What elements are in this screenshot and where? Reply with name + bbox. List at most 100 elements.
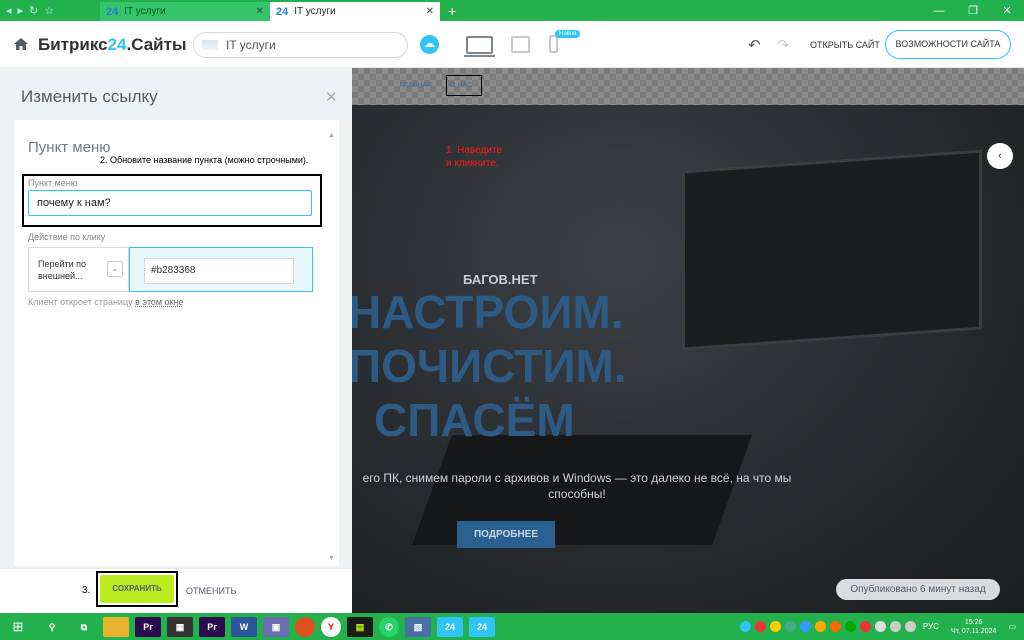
tray-app-icon[interactable] xyxy=(739,621,751,632)
tray-app-icon[interactable] xyxy=(874,621,886,632)
open-target-hint: Клиент откроет страницу в этом окне xyxy=(28,297,184,307)
published-status: Опубликовано 6 минут назад xyxy=(836,579,1000,600)
file-explorer-icon[interactable] xyxy=(103,616,129,637)
new-badge: Новое xyxy=(555,30,581,38)
whatsapp-icon[interactable]: ✆ xyxy=(379,616,399,637)
redo-icon[interactable]: ↷ xyxy=(777,36,790,54)
tray-app-icon[interactable] xyxy=(829,621,841,632)
new-tab-icon[interactable]: + xyxy=(440,2,464,21)
url-input[interactable]: #b283368 xyxy=(144,258,294,284)
hero-block: 1. Наведите и кликните. БАГОВ.НЕТ НАСТРОИ… xyxy=(352,105,1024,613)
bitrix24-icon[interactable]: 24 xyxy=(437,616,463,637)
click-action-select[interactable]: Перейти по внешней... ⌄ xyxy=(28,247,129,292)
tab-title: IT услуги xyxy=(124,6,166,17)
clock[interactable]: 15:26 Чт, 07.11.2024 xyxy=(951,618,997,636)
site-selector[interactable]: IT услуги xyxy=(193,32,408,58)
app-icon[interactable]: ▧ xyxy=(405,616,431,637)
menu-item-input[interactable]: почему к нам? xyxy=(28,190,312,216)
site-features-button[interactable]: ВОЗМОЖНОСТИ САЙТА xyxy=(885,30,1011,59)
save-app-icon[interactable]: ▣ xyxy=(263,616,289,637)
hero-line-1: НАСТРОИМ. xyxy=(352,286,624,338)
word-icon[interactable]: W xyxy=(231,616,257,637)
panel-title: Изменить ссылку xyxy=(21,87,158,106)
url-container: #b283368 xyxy=(129,247,313,292)
tray-app-icon[interactable] xyxy=(859,621,871,632)
brand-logo: Битрикс24.Сайты xyxy=(38,35,187,54)
annotation-step-3: 3. xyxy=(82,585,91,596)
network-icon[interactable] xyxy=(889,621,901,632)
scroll-down-icon[interactable]: ▼ xyxy=(328,555,335,562)
minimize-icon[interactable]: — xyxy=(922,5,956,17)
site-name: IT услуги xyxy=(226,38,276,52)
menu-item-card: Пункт меню ▲ 2. Обновите название пункта… xyxy=(14,120,339,566)
windows-start-icon[interactable]: ⊞ xyxy=(0,619,36,635)
card-title: Пункт меню xyxy=(28,139,111,156)
site-favicon-icon xyxy=(202,40,218,50)
browser-toolbar-icons: ◂ ▸ ↻ ☆ xyxy=(0,0,100,21)
home-icon[interactable] xyxy=(14,38,28,50)
system-tray: РУС 15:26 Чт, 07.11.2024 ▭ xyxy=(739,618,1024,636)
back-icon[interactable]: ◂ xyxy=(6,4,12,17)
app-icon[interactable] xyxy=(295,616,315,637)
task-view-icon[interactable]: ⧉ xyxy=(71,617,97,637)
tray-app-icon[interactable] xyxy=(769,621,781,632)
bitrix24-tab-icon: 24 xyxy=(276,5,289,18)
annotation-step-2: 2. Обновите название пункта (можно строч… xyxy=(100,155,309,165)
save-button[interactable]: СОХРАНИТЬ xyxy=(100,575,174,603)
close-window-icon[interactable]: ✕ xyxy=(990,4,1024,17)
click-action-label: Действие по клику xyxy=(28,232,106,242)
browser-tab-2[interactable]: 24 IT услуги ✕ xyxy=(270,2,440,21)
maximize-icon[interactable]: ❐ xyxy=(956,4,990,17)
tray-app-icon[interactable] xyxy=(814,621,826,632)
yandex-browser-icon[interactable]: Y xyxy=(321,616,341,637)
chevron-left-icon[interactable]: ‹ xyxy=(987,143,1013,169)
edit-link-panel: Изменить ссылку ✕ Пункт меню ▲ 2. Обнови… xyxy=(0,68,352,613)
close-icon[interactable]: ✕ xyxy=(325,88,338,106)
menu-item-label: Пункт меню xyxy=(28,178,78,188)
nav-item-about[interactable]: О НАС xyxy=(450,82,472,89)
cancel-button[interactable]: ОТМЕНИТЬ xyxy=(186,586,236,596)
tray-app-icon[interactable] xyxy=(754,621,766,632)
open-target-link[interactable]: в этом окне xyxy=(135,297,183,307)
browser-tab-1[interactable]: 24 IT услуги ✕ xyxy=(100,2,270,21)
close-icon[interactable]: ✕ xyxy=(426,6,434,17)
volume-icon[interactable] xyxy=(904,621,916,632)
hero-subtitle: его ПК, снимем пароли с архивов и Window… xyxy=(362,471,792,501)
site-preview: ГЛАВНАЯ О НАС 1. Наведите и кликните. БАГ… xyxy=(352,68,1024,613)
open-site-link[interactable]: ОТКРЫТЬ САЙТ xyxy=(810,40,880,50)
tab-title: IT услуги xyxy=(294,6,336,17)
nav-item-main[interactable]: ГЛАВНАЯ xyxy=(400,82,432,89)
search-icon[interactable]: ⚲ xyxy=(39,617,65,637)
desktop-view-icon[interactable] xyxy=(464,36,495,57)
reload-icon[interactable]: ↻ xyxy=(29,4,38,17)
app-icon[interactable]: ▤ xyxy=(347,616,373,637)
scroll-up-icon[interactable]: ▲ xyxy=(328,132,335,139)
tablet-view-icon[interactable] xyxy=(511,36,530,53)
close-icon[interactable]: ✕ xyxy=(256,6,264,17)
premiere-icon[interactable]: Pr xyxy=(199,616,225,637)
premiere-icon[interactable]: Pr xyxy=(135,616,161,637)
tray-app-icon[interactable] xyxy=(844,621,856,632)
notifications-icon[interactable]: ▭ xyxy=(1008,622,1016,631)
hero-line-2: ПОЧИСТИМ. xyxy=(352,340,627,392)
language-indicator[interactable]: РУС xyxy=(923,622,939,631)
browser-tab-strip: ◂ ▸ ↻ ☆ 24 IT услуги ✕ 24 IT услуги ✕ + … xyxy=(0,0,1024,21)
hero-line-3: СПАСЁМ xyxy=(374,394,575,446)
tray-app-icon[interactable] xyxy=(784,621,796,632)
cloud-icon[interactable]: ☁ xyxy=(420,35,439,54)
bitrix24-icon[interactable]: 24 xyxy=(469,616,495,637)
click-action-value: Перейти по внешней... xyxy=(38,259,87,281)
app-header: Битрикс24.Сайты IT услуги ☁ Новое ↶ ↷ ОТ… xyxy=(0,21,1024,68)
bitrix24-tab-icon: 24 xyxy=(106,5,119,18)
window-controls: — ❐ ✕ xyxy=(922,0,1024,21)
windows-taskbar: ⊞ ⚲ ⧉ Pr ▦ Pr W ▣ Y ▤ ✆ ▧ 24 24 РУС 15:2… xyxy=(0,613,1024,640)
bookmarks-icon[interactable]: ☆ xyxy=(44,4,54,17)
tray-app-icon[interactable] xyxy=(799,621,811,632)
save-bar: 3. СОХРАНИТЬ ОТМЕНИТЬ xyxy=(0,568,352,613)
annotation-step-1: 1. Наведите и кликните. xyxy=(446,145,502,169)
chevron-down-icon[interactable]: ⌄ xyxy=(107,261,123,277)
undo-icon[interactable]: ↶ xyxy=(748,36,761,54)
video-editor-icon[interactable]: ▦ xyxy=(167,616,193,637)
forward-icon[interactable]: ▸ xyxy=(18,4,24,17)
more-button[interactable]: ПОДРОБНЕЕ xyxy=(457,521,555,548)
